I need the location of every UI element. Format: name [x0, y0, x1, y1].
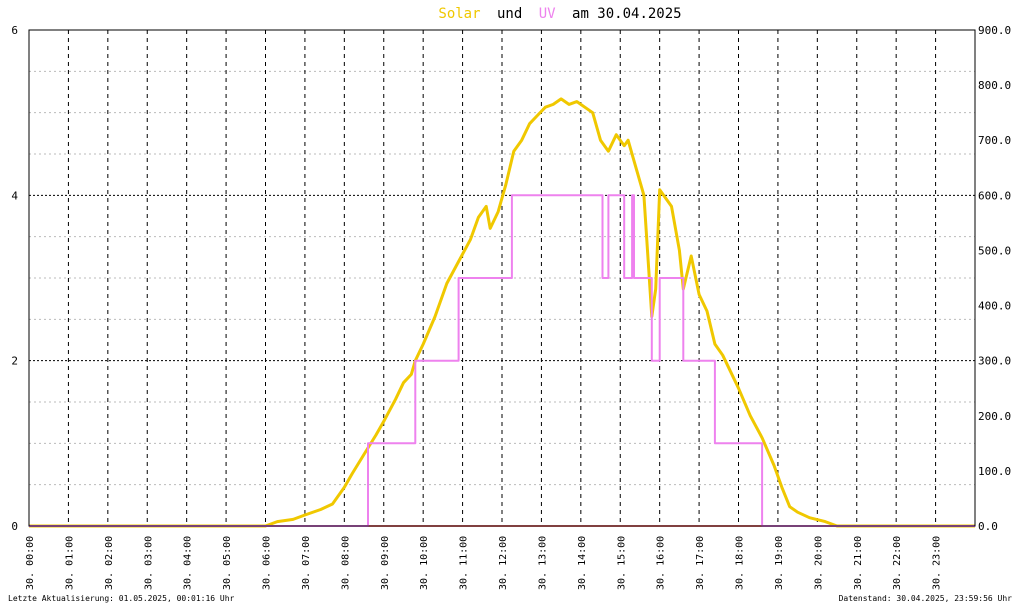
- title-solar: Solar: [438, 6, 480, 22]
- x-tick-label: 30. 13:00: [537, 536, 548, 590]
- y-left-tick-label: 2: [11, 355, 18, 368]
- x-tick-label: 30. 01:00: [64, 536, 75, 590]
- x-tick-label: 30. 09:00: [380, 536, 391, 590]
- y-right-tick-label: 600.0: [978, 189, 1011, 202]
- footer-last-update: Letzte Aktualisierung: 01.05.2025, 00:01…: [8, 594, 235, 603]
- x-tick-label: 30. 15:00: [616, 536, 627, 590]
- y-left-tick-label: 4: [11, 189, 18, 202]
- y-right-tick-label: 900.0: [978, 24, 1011, 37]
- y-right-tick-label: 400.0: [978, 300, 1011, 313]
- x-tick-label: 30. 17:00: [695, 536, 706, 590]
- x-tick-label: 30. 08:00: [340, 536, 351, 590]
- x-tick-label: 30. 10:00: [419, 536, 430, 590]
- x-tick-label: 30. 11:00: [459, 536, 470, 590]
- title-date: am 30.04.2025: [572, 6, 682, 22]
- y-right-tick-label: 500.0: [978, 244, 1011, 257]
- y-left-tick-label: 6: [11, 24, 18, 37]
- x-tick-label: 30. 05:00: [222, 536, 233, 590]
- y-right-tick-label: 800.0: [978, 79, 1011, 92]
- x-tick-label: 30. 02:00: [104, 536, 115, 590]
- title-uv: UV: [539, 6, 556, 22]
- x-tick-label: 30. 21:00: [853, 536, 864, 590]
- title-und: und: [497, 6, 522, 22]
- x-tick-label: 30. 12:00: [498, 536, 509, 590]
- x-tick-label: 30. 00:00: [25, 536, 36, 590]
- x-tick-label: 30. 22:00: [892, 536, 903, 590]
- x-tick-label: 30. 03:00: [143, 536, 154, 590]
- x-tick-label: 30. 14:00: [577, 536, 588, 590]
- solar-uv-chart: 0 2 4 6 0.0 100.0 200.0 300.0 400.0 500.0 600.0 700…: [8, 6, 1013, 603]
- y-right-tick-label: 0.0: [978, 520, 998, 533]
- x-tick-label: 30. 23:00: [932, 536, 943, 590]
- x-tick-label: 30. 16:00: [656, 536, 667, 590]
- chart-container: 0 2 4 6 0.0 100.0 200.0 300.0 400.0 500.0 600.0 700…: [0, 0, 1020, 606]
- y-right-tick-label: 100.0: [978, 465, 1011, 478]
- axis-layer: 0 2 4 6 0.0 100.0 200.0 300.0 400.0 500.0 600.0 700…: [11, 24, 1011, 590]
- y-right-tick-label: 200.0: [978, 410, 1011, 423]
- chart-title: Solar und UV am 30.04.2025: [438, 6, 681, 22]
- x-tick-label: 30. 19:00: [774, 536, 785, 590]
- y-left-tick-label: 0: [11, 520, 18, 533]
- footer-data-status: Datenstand: 30.04.2025, 23:59:56 Uhr: [839, 594, 1013, 603]
- x-tick-label: 30. 04:00: [183, 536, 194, 590]
- y-right-tick-label: 700.0: [978, 134, 1011, 147]
- y-right-tick-label: 300.0: [978, 355, 1011, 368]
- x-tick-label: 30. 20:00: [813, 536, 824, 590]
- x-tick-label: 30. 07:00: [301, 536, 312, 590]
- x-tick-label: 30. 18:00: [735, 536, 746, 590]
- x-tick-label: 30. 06:00: [262, 536, 273, 590]
